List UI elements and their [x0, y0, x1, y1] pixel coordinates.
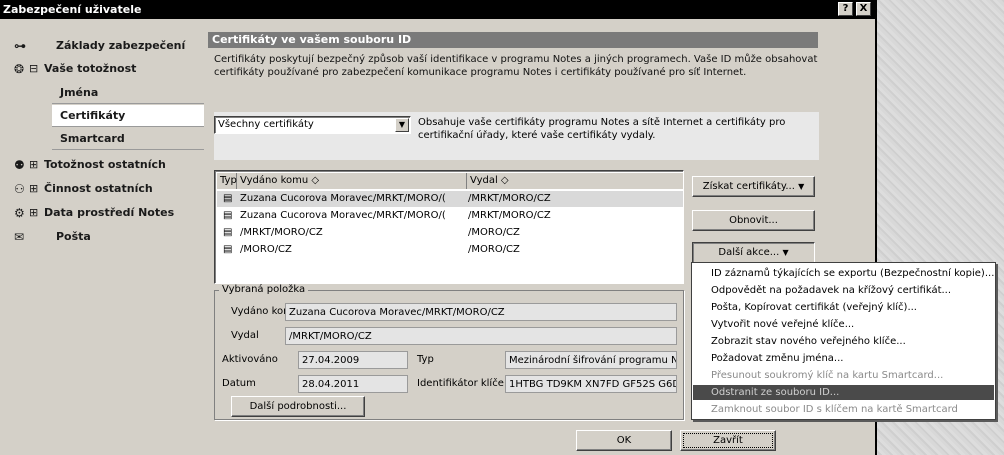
expand-icon[interactable]: ⊞ — [29, 154, 38, 176]
nav-item-smartcard[interactable]: Smartcard — [52, 128, 204, 150]
menu-item-lock-id-smartcard: Zamknout soubor ID s klíčem na kartě Sma… — [711, 404, 958, 415]
ok-button[interactable]: OK — [576, 430, 672, 451]
close-window-button[interactable]: X — [856, 2, 871, 16]
window-title: Zabezpečení uživatele — [3, 3, 142, 16]
table-row[interactable]: ▤ /MORO/CZ /MORO/CZ — [217, 242, 683, 258]
help-button[interactable]: ? — [838, 2, 853, 16]
nav-item-certificates[interactable]: Certifikáty — [52, 105, 204, 127]
issued-to-value: Zuzana Cucorova Moravec/MRKT/MORO/CZ — [285, 303, 677, 321]
issuer-value: /MRKT/MORO/CZ — [285, 327, 677, 345]
menu-item-remove-from-id[interactable]: Odstranit ze souboru ID... — [693, 385, 994, 400]
dropdown-arrow-icon: ▼ — [782, 248, 789, 257]
more-details-button[interactable]: Další podrobnosti... — [231, 396, 365, 417]
date-value: 28.04.2011 — [298, 375, 408, 393]
column-header-type[interactable]: Typ — [217, 173, 237, 189]
mail-icon: ✉ — [14, 230, 25, 244]
people-icon: ⚉ — [14, 158, 25, 172]
nav-item-others-identity[interactable]: ⚉ ⊞ Totožnost ostatních — [8, 154, 204, 176]
column-header-issuer[interactable]: Vydal ◇ — [467, 173, 683, 189]
menu-item-move-private-key: Přesunout soukromý klíč na kartu Smartca… — [711, 370, 944, 381]
refresh-button[interactable]: Obnovit... — [692, 210, 815, 231]
certificate-icon: ▤ — [223, 244, 233, 255]
date-label: Datum — [222, 378, 256, 389]
menu-item-export-id[interactable]: ID záznamů týkajících se exportu (Bezpeč… — [693, 266, 994, 281]
panel-title: Certifikáty ve vašem souboru ID — [208, 32, 818, 48]
table-row[interactable]: ▤ Zuzana Cucorova Moravec/MRKT/MORO/( /M… — [217, 191, 683, 207]
nav-item-names[interactable]: Jména — [52, 82, 204, 104]
identity-badge-icon: ❂ — [14, 62, 25, 76]
certificate-icon: ▤ — [223, 210, 233, 221]
panel-description: Certifikáty poskytují bezpečný způsob va… — [214, 54, 818, 78]
expand-icon[interactable]: ⊞ — [29, 202, 38, 224]
certificate-icon: ▤ — [223, 193, 233, 204]
issuer-label: Vydal — [231, 330, 259, 341]
table-header: Typ Vydáno komu ◇ Vydal ◇ — [217, 173, 683, 189]
certificate-filter-select[interactable]: Všechny certifikáty ▼ — [214, 116, 411, 134]
key-icon: ⊶ — [14, 39, 26, 53]
collapse-icon[interactable]: ⊟ — [29, 58, 38, 80]
close-button[interactable]: Zavřít — [680, 430, 776, 451]
nav-item-mail[interactable]: ✉ Pošta — [8, 226, 204, 248]
type-value: Mezinárodní šifrování programu Notes — [505, 351, 677, 369]
menu-item-cross-certificate[interactable]: Odpovědět na požadavek na křížový certif… — [693, 283, 994, 298]
key-id-label: Identifikátor klíče — [417, 378, 504, 389]
nav-item-security-basics[interactable]: ⊶ Základy zabezpečení — [8, 35, 204, 57]
more-actions-menu: ID záznamů týkajících se exportu (Bezpeč… — [691, 262, 996, 420]
nav-item-notes-data[interactable]: ⚙ ⊞ Data prostředí Notes — [8, 202, 204, 224]
table-row[interactable]: ▤ Zuzana Cucorova Moravec/MRKT/MORO/( /M… — [217, 208, 683, 224]
menu-item-mail-copy-certificate[interactable]: Pošta, Kopírovat certifikát (veřejný klí… — [693, 300, 994, 315]
dropdown-arrow-icon[interactable]: ▼ — [395, 118, 409, 132]
column-header-issued-to[interactable]: Vydáno komu ◇ — [237, 173, 467, 189]
type-label: Typ — [417, 354, 434, 365]
menu-item-request-name-change[interactable]: Požadovat změnu jména... — [693, 351, 994, 366]
activated-label: Aktivováno — [222, 354, 278, 365]
title-bar: Zabezpečení uživatele ? X — [0, 0, 875, 19]
menu-item-create-keys[interactable]: Vytvořit nové veřejné klíče... — [693, 317, 994, 332]
menu-item-key-status[interactable]: Zobrazit stav nového veřejného klíče... — [693, 334, 994, 349]
data-icon: ⚙ — [14, 206, 25, 220]
get-certificates-button[interactable]: Získat certifikáty... ▼ — [692, 176, 815, 197]
key-id-value: 1HTBG TD9KM XN7FD GF52S G6DP — [505, 375, 677, 393]
activated-value: 27.04.2009 — [298, 351, 408, 369]
activity-icon: ⚇ — [14, 182, 25, 196]
selected-item-title: Vybraná položka — [219, 284, 309, 296]
dropdown-arrow-icon: ▼ — [798, 182, 805, 191]
nav-item-others-activity[interactable]: ⚇ ⊞ Činnost ostatních — [8, 178, 204, 200]
nav-item-your-identity[interactable]: ❂ ⊟ Vaše totožnost — [8, 58, 204, 80]
filter-description: Obsahuje vaše certifikáty programu Notes… — [418, 117, 786, 141]
certificates-table: Typ Vydáno komu ◇ Vydal ◇ ▤ Zuzana Cucor… — [214, 170, 684, 284]
table-row[interactable]: ▤ /MRKT/MORO/CZ /MORO/CZ — [217, 225, 683, 241]
navigation-panel: ⊶ Základy zabezpečení ❂ ⊟ Vaše totožnost… — [8, 26, 204, 432]
expand-icon[interactable]: ⊞ — [29, 178, 38, 200]
more-actions-button[interactable]: Další akce... ▼ — [692, 242, 815, 263]
certificate-icon: ▤ — [223, 227, 233, 238]
